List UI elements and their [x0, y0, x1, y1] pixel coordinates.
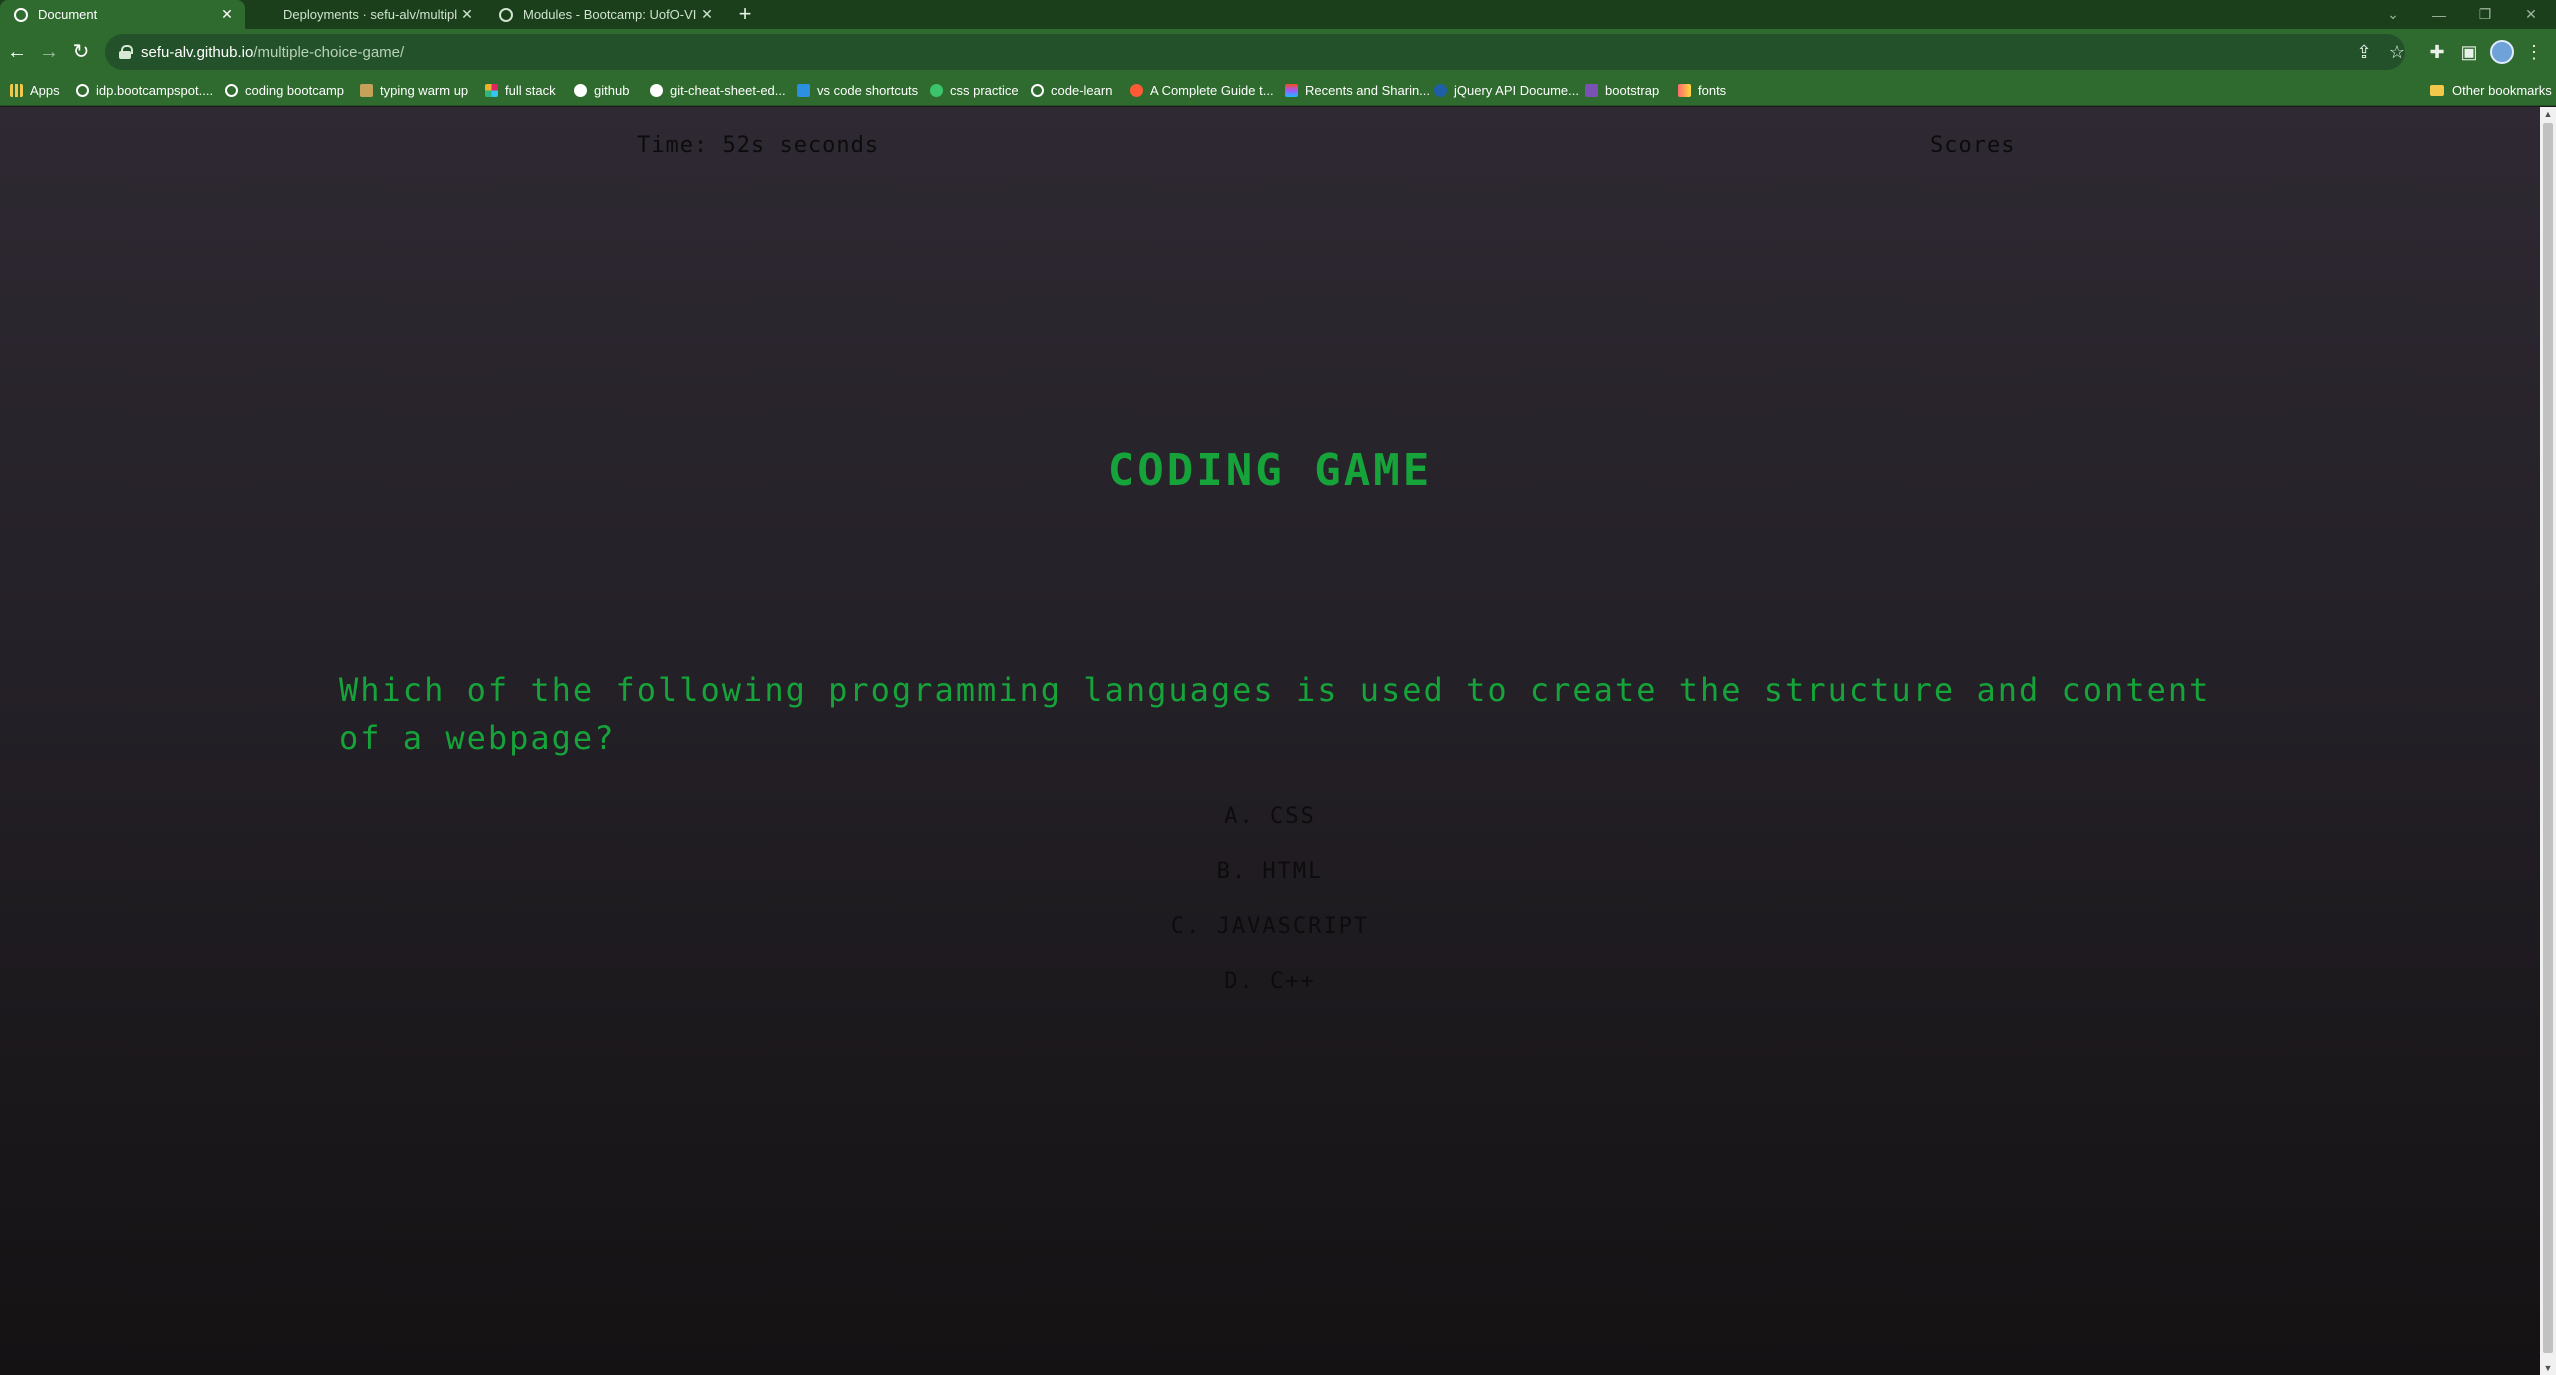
bookmark-full-stack[interactable]: full stack [485, 75, 556, 106]
restore-icon[interactable]: ❐ [2462, 0, 2508, 29]
other-bookmarks[interactable]: Other bookmarks [2430, 75, 2552, 106]
side-panel-icon[interactable]: ▣ [2457, 40, 2481, 64]
answer-b-button[interactable]: B. HTML [1070, 852, 1470, 891]
address-bar[interactable]: sefu-alv.github.io/multiple-choice-game/ [105, 34, 2405, 70]
bookmarks-bar: Apps idp.bootcampspot.... coding bootcam… [0, 75, 2556, 106]
minimize-icon[interactable]: — [2416, 0, 2462, 29]
bookmark-github[interactable]: github [574, 75, 629, 106]
bookmark-coding-bootcamp[interactable]: coding bootcamp [225, 75, 344, 106]
scores-link[interactable]: Scores [1930, 133, 2015, 158]
close-icon[interactable]: ✕ [457, 6, 477, 23]
tab-title: Modules - Bootcamp: UofO-VIRT [523, 7, 697, 22]
new-tab-button[interactable]: + [733, 3, 757, 27]
github-icon [259, 8, 273, 22]
timer-display: Time: 52s seconds [637, 133, 880, 158]
answer-c-button[interactable]: C. JAVASCRIPT [1070, 907, 1470, 946]
globe-icon [1031, 84, 1044, 97]
tab-modules[interactable]: Modules - Bootcamp: UofO-VIRT ✕ [485, 0, 725, 29]
lock-icon [119, 45, 133, 59]
profile-avatar[interactable] [2490, 40, 2514, 64]
answer-a-button[interactable]: A. CSS [1070, 797, 1470, 836]
bookmark-apps[interactable]: Apps [10, 75, 60, 106]
tab-document[interactable]: Document ✕ [0, 0, 245, 29]
vscode-icon [797, 84, 810, 97]
tab-search-icon[interactable]: ⌄ [2370, 0, 2416, 29]
tab-strip: Document ✕ Deployments · sefu-alv/multip… [0, 0, 2556, 29]
answer-d-button[interactable]: D. C++ [1070, 962, 1470, 1001]
game-title: CODING GAME [1107, 445, 1433, 496]
slack-icon [485, 84, 498, 97]
question-text: Which of the following programming langu… [339, 671, 2211, 757]
star-burst-icon [1130, 84, 1143, 97]
scroll-down-icon[interactable]: ▼ [2540, 1361, 2556, 1375]
page-scrollbar[interactable]: ▲ ▼ [2540, 107, 2556, 1375]
tab-title: Deployments · sefu-alv/multiple- [283, 7, 457, 22]
share-icon[interactable]: ⇪ [2352, 40, 2376, 64]
browser-toolbar: ← → ↻ sefu-alv.github.io/multiple-choice… [0, 29, 2556, 75]
bookmark-fonts[interactable]: fonts [1678, 75, 1726, 106]
answer-list: A. CSS B. HTML C. JAVASCRIPT D. C++ [0, 797, 2540, 1017]
bootstrap-icon [1585, 84, 1598, 97]
menu-icon[interactable]: ⋮ [2522, 40, 2546, 64]
bookmark-recents[interactable]: Recents and Sharin... [1285, 75, 1430, 106]
folder-icon [2430, 85, 2444, 96]
tab-deployments[interactable]: Deployments · sefu-alv/multiple- ✕ [245, 0, 485, 29]
fonts-icon [1678, 84, 1691, 97]
window-close-icon[interactable]: ✕ [2508, 0, 2554, 29]
bookmark-git-cheat-sheet[interactable]: git-cheat-sheet-ed... [650, 75, 786, 106]
forward-icon[interactable]: → [36, 39, 62, 65]
close-icon[interactable]: ✕ [697, 6, 717, 23]
tab-title: Document [38, 7, 98, 22]
reload-icon[interactable]: ↻ [68, 39, 94, 65]
bookmark-idp[interactable]: idp.bootcampspot.... [76, 75, 213, 106]
scroll-thumb[interactable] [2543, 123, 2553, 1353]
bookmark-complete-guide[interactable]: A Complete Guide t... [1130, 75, 1274, 106]
bookmark-star-icon[interactable]: ☆ [2385, 40, 2409, 64]
jquery-icon [1434, 84, 1447, 97]
close-icon[interactable]: ✕ [217, 6, 237, 23]
apps-grid-icon [10, 84, 23, 97]
bookmark-bootstrap[interactable]: bootstrap [1585, 75, 1659, 106]
github-icon [574, 84, 587, 97]
globe-icon [225, 84, 238, 97]
extensions-icon[interactable]: ✚ [2425, 40, 2449, 64]
bookmark-css-practice[interactable]: css practice [930, 75, 1019, 106]
scroll-up-icon[interactable]: ▲ [2540, 107, 2556, 121]
url-text: sefu-alv.github.io/multiple-choice-game/ [141, 43, 405, 61]
typing-icon [360, 84, 373, 97]
globe-icon [76, 84, 89, 97]
back-icon[interactable]: ← [4, 39, 30, 65]
globe-icon [14, 7, 28, 22]
bookmark-vs-code[interactable]: vs code shortcuts [797, 75, 918, 106]
bookmark-jquery[interactable]: jQuery API Docume... [1434, 75, 1579, 106]
github-icon [650, 84, 663, 97]
bookmark-typing[interactable]: typing warm up [360, 75, 468, 106]
figma-icon [1285, 84, 1298, 97]
frog-icon [930, 84, 943, 97]
canvas-icon [499, 7, 513, 22]
bookmark-code-learn[interactable]: code-learn [1031, 75, 1112, 106]
page-content: Time: 52s seconds Scores CODING GAME Whi… [0, 107, 2540, 1375]
